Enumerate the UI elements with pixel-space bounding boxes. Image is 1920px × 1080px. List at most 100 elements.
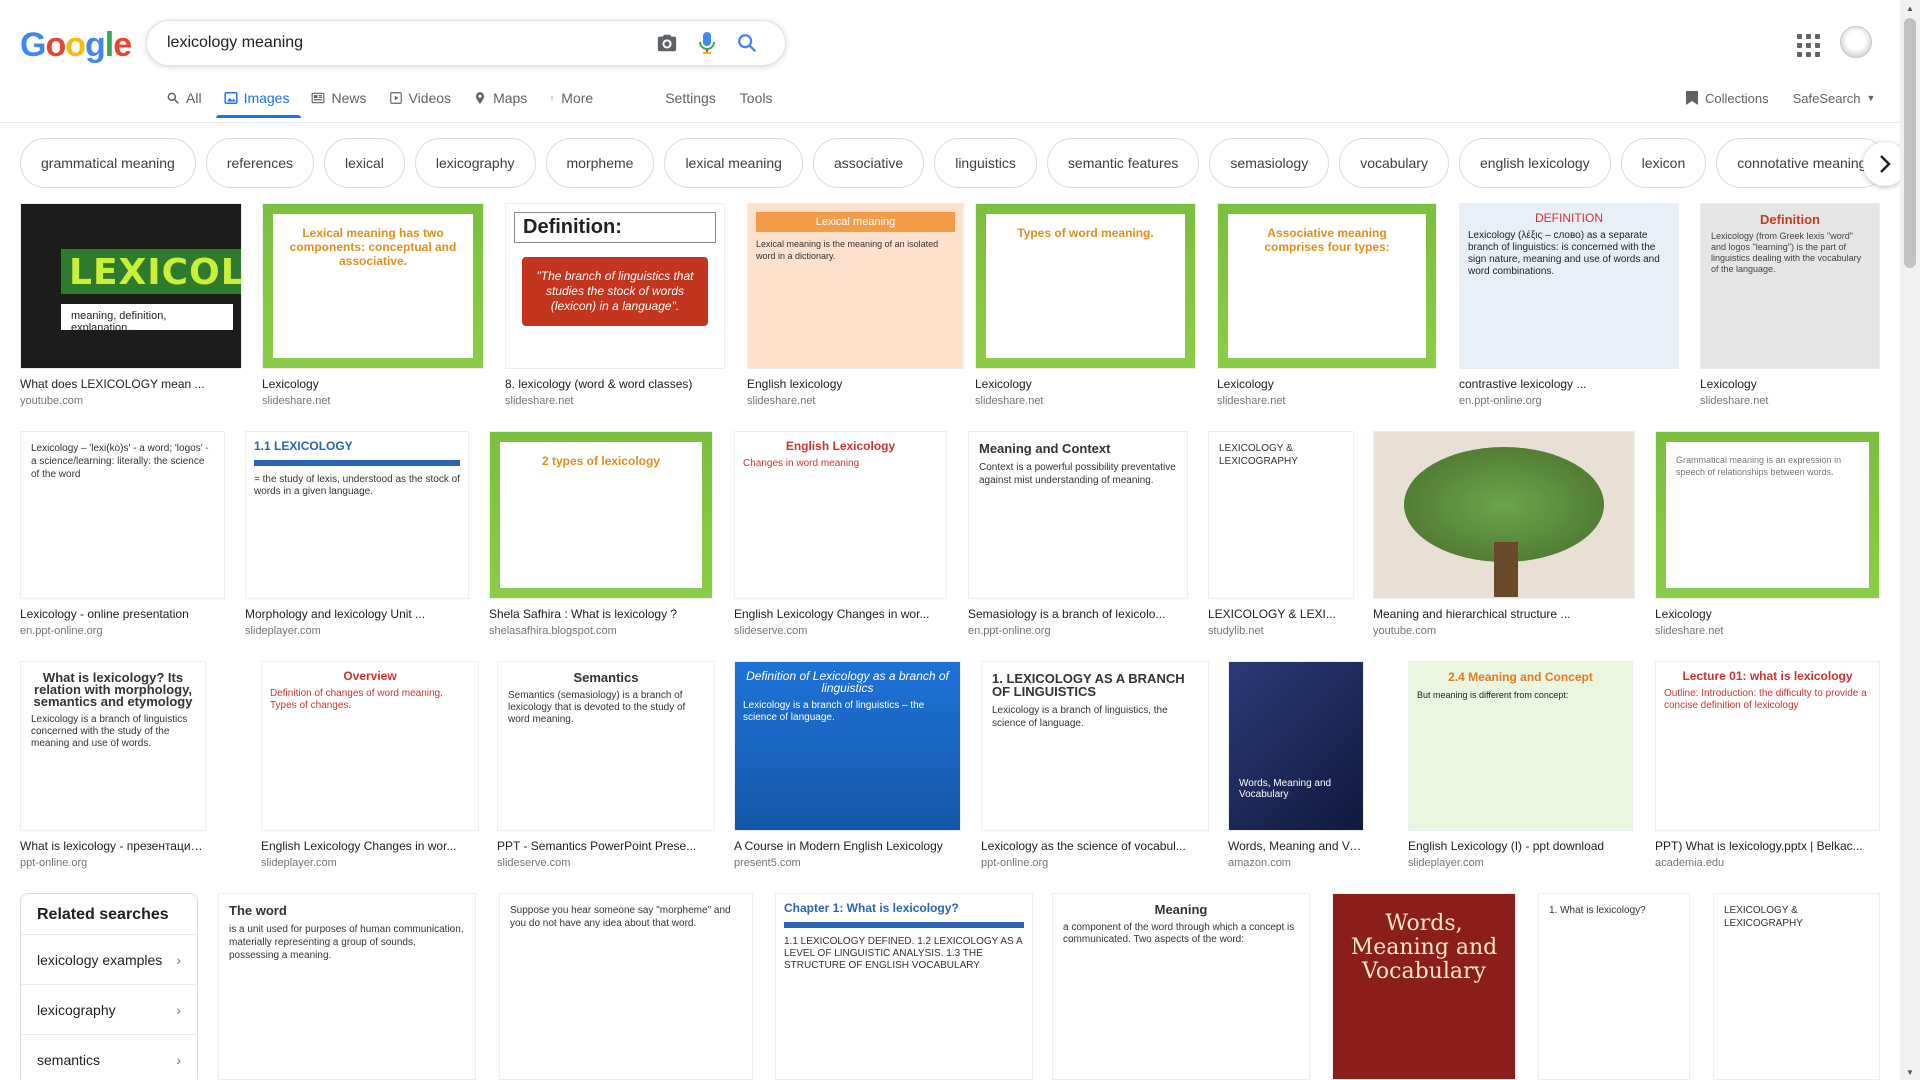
image-result[interactable]: 1.1 LEXICOLOGY = the study of lexis, unde… [245, 431, 469, 637]
tools-button[interactable]: Tools [740, 86, 773, 110]
tab-images[interactable]: Images [215, 86, 302, 118]
image-result[interactable]: LEXICOLOGY meaning, definition, explanati… [20, 203, 242, 407]
result-source[interactable]: amazon.com [1228, 857, 1364, 869]
result-source[interactable]: youtube.com [20, 395, 242, 407]
result-caption[interactable]: 8. lexicology (word & word classes) [505, 377, 725, 391]
result-source[interactable]: ppt-online.org [20, 857, 206, 869]
result-thumbnail[interactable]: Lexical meaning has two components: conc… [262, 203, 484, 369]
result-caption[interactable]: A Course in Modern English Lexicology [734, 839, 961, 853]
result-caption[interactable]: Lexicology as the science of vocabul... [981, 839, 1209, 853]
result-thumbnail[interactable]: Words, Meaning and Vocabulary [1228, 661, 1364, 831]
image-result[interactable]: DEFINITION Lexicology (λέξις – слово) as … [1459, 203, 1679, 407]
chip[interactable]: grammatical meaning [20, 138, 196, 188]
result-source[interactable]: ppt-online.org [981, 857, 1209, 869]
tab-maps[interactable]: Maps [473, 86, 527, 118]
result-caption[interactable]: LEXICOLOGY & LEXI... [1208, 607, 1354, 621]
result-source[interactable]: slideshare.net [505, 395, 725, 407]
result-caption[interactable]: What does LEXICOLOGY mean ... [20, 377, 242, 391]
result-thumbnail[interactable]: 2 types of lexicology [489, 431, 713, 599]
chip[interactable]: semasiology [1209, 138, 1330, 188]
result-thumbnail[interactable]: Overview Definition of changes of word me… [261, 661, 479, 831]
image-result[interactable]: Definition Lexicology (from Greek lexis "… [1700, 203, 1880, 407]
result-thumbnail[interactable]: Words, Meaning and Vocabulary [1332, 893, 1516, 1080]
result-caption[interactable]: Morphology and lexicology Unit ... [245, 607, 469, 621]
result-thumbnail[interactable]: Definition of Lexicology as a branch of … [734, 661, 961, 831]
result-thumbnail[interactable]: Definition Lexicology (from Greek lexis "… [1700, 203, 1880, 369]
image-result[interactable]: Lexical meaning Lexical meaning is the me… [747, 203, 964, 407]
result-thumbnail[interactable]: English Lexicology Changes in word meanin… [734, 431, 947, 599]
result-thumbnail[interactable]: Lexical meaning Lexical meaning is the me… [747, 203, 964, 369]
result-source[interactable]: academia.edu [1655, 857, 1880, 869]
chip[interactable]: lexicography [414, 138, 536, 188]
related-item[interactable]: lexicology examples › [21, 934, 197, 984]
chip[interactable]: references [205, 138, 314, 188]
result-source[interactable]: slideshare.net [975, 395, 1196, 407]
result-thumbnail[interactable]: 1. What is lexicology? [1538, 893, 1690, 1080]
result-thumbnail[interactable]: The word is a unit used for purposes of h… [218, 893, 476, 1080]
result-caption[interactable]: Meaning and hierarchical structure ... [1373, 607, 1635, 621]
image-result[interactable]: Types of word meaning. Lexicology slidesha… [975, 203, 1196, 407]
result-caption[interactable]: English lexicology [747, 377, 964, 391]
search-icon[interactable] [727, 23, 767, 63]
apps-grid-icon[interactable] [1793, 30, 1821, 58]
result-source[interactable]: slideserve.com [497, 857, 715, 869]
result-thumbnail[interactable]: What is lexicology? Its relation with mo… [20, 661, 206, 831]
result-thumbnail[interactable]: Types of word meaning. [975, 203, 1196, 369]
result-thumbnail[interactable] [1373, 431, 1635, 599]
scroll-down-arrow-icon[interactable]: ▼ [1900, 1064, 1920, 1080]
result-thumbnail[interactable]: 2.4 Meaning and Concept But meaning is di… [1408, 661, 1633, 831]
result-caption[interactable]: Lexicology [1655, 607, 1880, 621]
result-source[interactable]: slideplayer.com [261, 857, 479, 869]
result-thumbnail[interactable]: Lexicology – 'lexi(ko)s' - a word; 'logo… [20, 431, 225, 599]
result-thumbnail[interactable]: 1.1 LEXICOLOGY = the study of lexis, unde… [245, 431, 469, 599]
result-thumbnail[interactable]: Definition: "The branch of linguistics th… [505, 203, 725, 369]
result-thumbnail[interactable]: LEXICOLOGY meaning, definition, explanati… [20, 203, 242, 369]
image-result[interactable]: Definition of Lexicology as a branch of … [734, 661, 961, 869]
image-result[interactable]: Words, Meaning and Vocabulary Words, Mean… [1228, 661, 1364, 869]
result-source[interactable]: en.ppt-online.org [1459, 395, 1679, 407]
result-thumbnail[interactable]: Chapter 1: What is lexicology? 1.1 LEXICO… [775, 893, 1033, 1080]
result-thumbnail[interactable]: 1. LEXICOLOGY AS A BRANCH OF LINGUISTICS… [981, 661, 1209, 831]
result-caption[interactable]: English Lexicology Changes in wor... [261, 839, 479, 853]
image-result[interactable]: Grammatical meaning is an expression in … [1655, 431, 1880, 637]
result-caption[interactable]: Lexicology [1217, 377, 1437, 391]
image-result[interactable]: English Lexicology Changes in word meanin… [734, 431, 947, 637]
result-source[interactable]: youtube.com [1373, 625, 1635, 637]
result-thumbnail[interactable]: Meaning a component of the word through w… [1052, 893, 1310, 1080]
tab-all[interactable]: All [166, 86, 202, 118]
result-source[interactable]: en.ppt-online.org [20, 625, 225, 637]
result-thumbnail[interactable]: Associative meaning comprises four types… [1217, 203, 1437, 369]
result-thumbnail[interactable]: Suppose you hear someone say "morpheme" … [499, 893, 753, 1080]
image-result[interactable]: Overview Definition of changes of word me… [261, 661, 479, 869]
chip[interactable]: semantic features [1046, 138, 1200, 188]
chip[interactable]: lexical [324, 138, 405, 188]
result-source[interactable]: slideplayer.com [1408, 857, 1633, 869]
result-caption[interactable]: Lexicology [975, 377, 1196, 391]
avatar[interactable] [1840, 26, 1872, 58]
search-input[interactable] [167, 34, 647, 52]
chip[interactable]: linguistics [934, 138, 1037, 188]
result-thumbnail[interactable]: Lecture 01: what is lexicology Outline: I… [1655, 661, 1880, 831]
image-result[interactable]: Lecture 01: what is lexicology Outline: I… [1655, 661, 1880, 869]
result-caption[interactable]: English Lexicology Changes in wor... [734, 607, 947, 621]
image-result[interactable]: 2 types of lexicology Shela Safhira : Wha… [489, 431, 713, 637]
result-caption[interactable]: Shela Safhira : What is lexicology ? [489, 607, 713, 621]
image-result[interactable]: Suppose you hear someone say "morpheme" … [499, 893, 753, 1080]
result-caption[interactable]: Semasiology is a branch of lexicolo... [968, 607, 1188, 621]
search-box[interactable] [146, 20, 786, 66]
result-source[interactable]: present5.com [734, 857, 961, 869]
chip[interactable]: connotative meaning [1716, 138, 1888, 188]
page-scrollbar[interactable]: ▲ ▼ [1900, 0, 1920, 1080]
result-caption[interactable]: Words, Meaning and Vo... [1228, 839, 1364, 853]
scroll-thumb[interactable] [1904, 18, 1916, 268]
image-result[interactable]: 2.4 Meaning and Concept But meaning is di… [1408, 661, 1633, 869]
image-result[interactable]: The word is a unit used for purposes of h… [218, 893, 476, 1080]
result-caption[interactable]: Lexicology [262, 377, 484, 391]
result-source[interactable]: slideshare.net [747, 395, 964, 407]
result-source[interactable]: slideserve.com [734, 625, 947, 637]
image-result[interactable]: Meaning and hierarchical structure ... yo… [1373, 431, 1635, 637]
microphone-icon[interactable] [687, 23, 727, 63]
result-thumbnail[interactable]: DEFINITION Lexicology (λέξις – слово) as … [1459, 203, 1679, 369]
result-thumbnail[interactable]: Semantics Semantics (semasiology) is a br… [497, 661, 715, 831]
image-result[interactable]: Meaning and Context Context is a powerful… [968, 431, 1188, 637]
